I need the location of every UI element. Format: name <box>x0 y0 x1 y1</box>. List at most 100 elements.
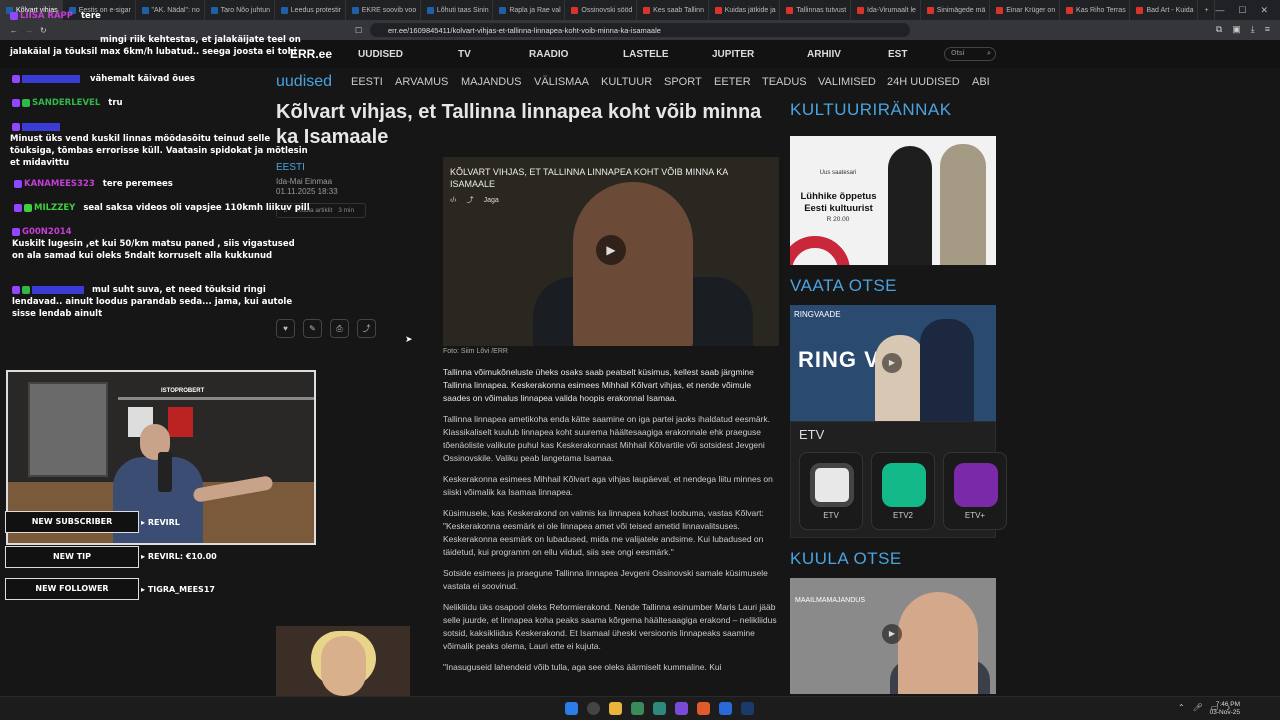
secnav-valimised[interactable]: VALIMISED <box>818 76 876 88</box>
secnav-kultuur[interactable]: KULTUUR <box>601 76 652 88</box>
chat-username: MILZZEY <box>34 203 76 213</box>
tab[interactable]: Tallinnas tutvust <box>780 0 852 20</box>
secnav-teadus[interactable]: TEADUS <box>762 76 807 88</box>
sidebar-icon[interactable]: ▣ <box>1232 24 1241 35</box>
article-actions: ♥ ✎ ⎙ ⤴ <box>276 319 376 338</box>
chat-message: Minust üks vend kuskil linnas möödasõitu… <box>10 121 317 169</box>
search-icon[interactable] <box>587 702 600 715</box>
secnav-24h[interactable]: 24H UUDISED <box>887 76 960 88</box>
extensions-icon[interactable]: ⧉ <box>1216 24 1222 35</box>
maximize-icon[interactable]: ☐ <box>1238 5 1246 16</box>
nav-language[interactable]: EST <box>888 49 907 60</box>
microphone-icon[interactable]: 🎤︎ <box>1193 703 1203 712</box>
secnav-valismaa[interactable]: VÄLISMAA <box>534 76 589 88</box>
app-icon[interactable] <box>631 702 644 715</box>
chat-badge-icon <box>22 98 30 107</box>
tab[interactable]: Kas Riho Terras <box>1060 0 1131 20</box>
tab[interactable]: Ossinovski sööd <box>565 0 638 20</box>
tab[interactable]: Kuidas jätkide ja <box>709 0 781 20</box>
alert-value-text: TIGRA_MEES17 <box>147 585 215 594</box>
nav-lastele[interactable]: LASTELE <box>623 49 669 60</box>
paragraph: "Inasuguseid lahendeid võib tulla, aga s… <box>443 662 722 672</box>
article-video[interactable]: KÕLVART VIHJAS, ET TALLINNA LINNAPEA KOH… <box>443 157 779 346</box>
kuula-otse-card[interactable]: MAAILMAMAJANDUS ▶ <box>790 578 996 694</box>
file-explorer-icon[interactable] <box>609 702 622 715</box>
tab[interactable]: Lõhuti taas Sinin <box>421 0 494 20</box>
tab[interactable]: Ida-Virumaalt le <box>851 0 921 20</box>
vaata-otse-heading[interactable]: VAATA OTSE <box>790 276 897 296</box>
nav-jupiter[interactable]: JUPITER <box>712 49 754 60</box>
chat-message: KANAMEES323 tere peremees <box>14 178 319 190</box>
secnav-eesti[interactable]: EESTI <box>351 76 383 88</box>
tab[interactable]: Einar Krüger on <box>990 0 1061 20</box>
nav-raadio[interactable]: RAADIO <box>529 49 568 60</box>
host-person <box>875 335 925 421</box>
menu-icon[interactable]: ≡ <box>1265 24 1270 35</box>
secnav-majandus[interactable]: MAJANDUS <box>461 76 522 88</box>
brave-browser-icon[interactable] <box>697 702 710 715</box>
favicon-icon <box>714 6 722 14</box>
play-icon[interactable]: ▶ <box>596 235 626 265</box>
listen-time: 3 min <box>338 207 355 214</box>
tab[interactable]: EKRE soovib voo <box>346 0 421 20</box>
alert-tip-value: ▸ REVIRL: €10.00 <box>141 552 217 561</box>
tab[interactable]: Bad Art - Kuida <box>1130 0 1199 20</box>
nav-arhiiv[interactable]: ARHIIV <box>807 49 841 60</box>
secnav-arvamus[interactable]: ARVAMUS <box>395 76 448 88</box>
kuula-otse-heading[interactable]: KUULA OTSE <box>790 549 902 569</box>
favicon-icon <box>996 6 1004 14</box>
play-icon[interactable]: ▶ <box>882 353 902 373</box>
search-placeholder: Otsi <box>951 50 965 57</box>
obs-icon[interactable] <box>675 702 688 715</box>
tab[interactable]: Sinimägede mä <box>921 0 991 20</box>
nav-tv[interactable]: TV <box>458 49 471 60</box>
chat-text: seal saksa videos oli vapsjee 110kmh lii… <box>83 203 310 213</box>
webcam-jersey <box>168 407 193 437</box>
play-icon[interactable]: ▶ <box>882 624 902 644</box>
paragraph: Sotside esimees ja praegune Tallinna lin… <box>443 568 768 591</box>
webcam-shelf <box>118 397 314 400</box>
share-icon[interactable]: ⤴ <box>357 319 376 338</box>
system-clock[interactable]: 7:46 PM 03-Nov-25 <box>1210 701 1240 717</box>
close-icon[interactable]: ✕ <box>1260 5 1268 16</box>
app-icon[interactable] <box>719 702 732 715</box>
start-icon[interactable] <box>565 702 578 715</box>
secnav-abi[interactable]: ABI <box>972 76 990 88</box>
vaata-otse-card[interactable]: RINGVAADE RING VAADE ▶ <box>790 305 996 421</box>
favicon-icon <box>1066 6 1074 14</box>
minimize-icon[interactable]: — <box>1215 5 1224 16</box>
download-icon[interactable]: ⤓ <box>1251 24 1255 35</box>
new-tab-button[interactable]: + <box>1198 0 1216 20</box>
secnav-eeter[interactable]: EETER <box>714 76 751 88</box>
search-icon[interactable]: ⌕ <box>987 48 991 60</box>
kultuurirannak-card[interactable]: Uus saatesari Lühhike õppetus Eesti kult… <box>790 136 996 265</box>
url-text: err.ee/1609845411/kolvart-vihjas-et-tall… <box>388 25 661 35</box>
print-icon[interactable]: ⎙ <box>330 319 349 338</box>
secnav-sport[interactable]: SPORT <box>664 76 702 88</box>
search-input[interactable]: Otsi ⌕ <box>944 47 996 61</box>
nav-uudised[interactable]: UUDISED <box>358 49 403 60</box>
kultuurirannak-heading[interactable]: KULTUURIRÄNNAK <box>790 100 996 120</box>
edit-icon[interactable]: ✎ <box>303 319 322 338</box>
steam-icon[interactable] <box>741 702 754 715</box>
paragraph: Küsimusele, kas Keskerakond on valmis ka… <box>443 508 764 557</box>
bookmark-icon[interactable]: ☐ <box>355 26 362 35</box>
chat-message: SANDERLEVEL tru <box>12 97 317 109</box>
tab-label: Tallinnas tutvust <box>796 6 847 14</box>
favicon-icon <box>926 6 934 14</box>
promo-badge: Uus saatesari <box>819 170 857 176</box>
channel-etv[interactable]: ETV <box>799 452 863 530</box>
share-label[interactable]: Jaga <box>484 197 499 204</box>
related-thumbnail[interactable] <box>276 626 410 696</box>
url-input[interactable]: err.ee/1609845411/kolvart-vihjas-et-tall… <box>370 23 910 37</box>
channel-etv2[interactable]: ETV2 <box>871 452 935 530</box>
app-icon[interactable] <box>653 702 666 715</box>
embed-icon[interactable]: ‹/› <box>450 197 457 204</box>
tab[interactable]: Kes saab Tallinn <box>637 0 709 20</box>
tab[interactable]: Rapla ja Rae val <box>493 0 566 20</box>
tab-label: Sinimägede mä <box>936 6 986 14</box>
channel-etvplus[interactable]: ETV+ <box>943 452 1007 530</box>
share-icon[interactable]: ⤴ <box>467 195 474 205</box>
like-icon[interactable]: ♥ <box>276 319 295 338</box>
chevron-up-icon[interactable]: ⌃ <box>1178 703 1185 712</box>
